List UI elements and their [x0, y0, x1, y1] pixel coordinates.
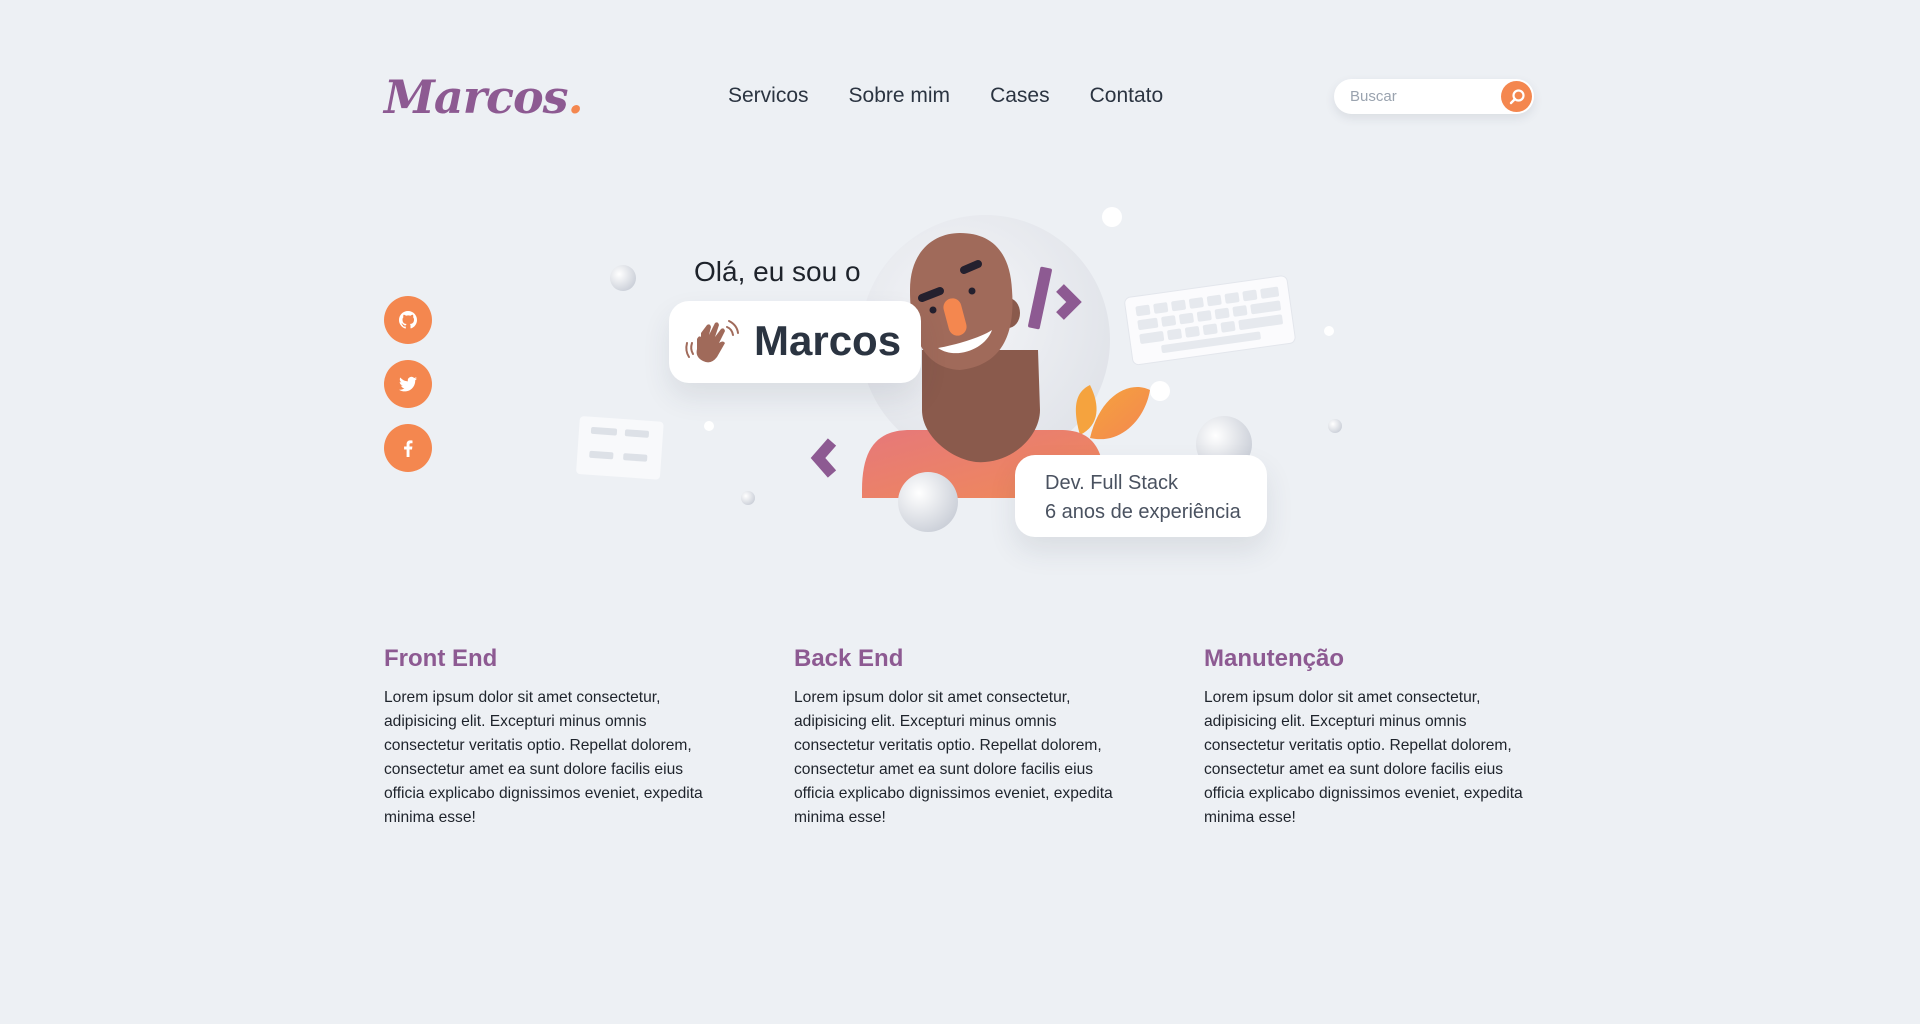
service-description: Lorem ipsum dolor sit amet consectetur, …: [794, 689, 1113, 826]
decor-dot: [1150, 381, 1170, 401]
twitter-button[interactable]: [384, 360, 432, 408]
search-button[interactable]: [1501, 81, 1532, 112]
nav-contato[interactable]: Contato: [1090, 84, 1164, 108]
decor-dot: [741, 491, 755, 505]
github-icon: [399, 311, 417, 329]
service-title: Manutenção: [1204, 645, 1345, 672]
decor-dot: [1102, 207, 1122, 227]
github-button[interactable]: [384, 296, 432, 344]
waving-hand-icon: [685, 320, 739, 363]
decor-sphere: [898, 472, 958, 532]
chevron-left-symbol: [810, 438, 837, 478]
name-card: Marcos: [669, 301, 921, 383]
service-back-end: Back End Lorem ipsum dolor sit amet cons…: [794, 645, 1204, 830]
keyboard-decor: [1124, 275, 1296, 366]
main-nav: Servicos Sobre mim Cases Contato: [728, 84, 1163, 108]
social-links: [384, 296, 432, 472]
decor-dot: [610, 265, 636, 291]
hero-greeting: Olá, eu sou o: [694, 256, 861, 287]
decor-dot: [704, 421, 714, 431]
facebook-icon: [404, 440, 413, 457]
service-title: Front End: [384, 645, 498, 672]
role-title: Dev. Full Stack: [1045, 472, 1178, 494]
decor-dot: [1328, 419, 1342, 433]
person-eye: [929, 306, 937, 314]
search-input[interactable]: [1350, 79, 1490, 114]
nav-servicos[interactable]: Servicos: [728, 84, 809, 108]
service-title: Back End: [794, 645, 904, 672]
hero-name: Marcos: [754, 317, 902, 364]
logo-dot: .: [567, 70, 584, 124]
paper-card-decor: [576, 416, 664, 480]
nav-sobre-mim[interactable]: Sobre mim: [849, 84, 951, 108]
service-description: Lorem ipsum dolor sit amet consectetur, …: [384, 689, 703, 826]
leaf-decor: [1090, 387, 1150, 440]
services-section: Front End Lorem ipsum dolor sit amet con…: [384, 645, 1614, 830]
decor-dot: [1324, 326, 1334, 336]
search-box: [1334, 79, 1534, 114]
nav-cases[interactable]: Cases: [990, 84, 1050, 108]
role-experience: 6 anos de experiência: [1045, 501, 1241, 523]
person-eyebrow: [960, 260, 982, 274]
search-icon: [1509, 88, 1525, 104]
service-description: Lorem ipsum dolor sit amet consectetur, …: [1204, 689, 1523, 826]
logo-text: Marcos: [384, 70, 569, 124]
role-card: Dev. Full Stack 6 anos de experiência: [1015, 455, 1267, 537]
facebook-button[interactable]: [384, 424, 432, 472]
twitter-icon: [399, 376, 417, 392]
service-front-end: Front End Lorem ipsum dolor sit amet con…: [384, 645, 794, 830]
service-manutencao: Manutenção Lorem ipsum dolor sit amet co…: [1204, 645, 1614, 830]
person-eye: [968, 287, 976, 295]
logo[interactable]: Marcos.: [384, 70, 584, 124]
